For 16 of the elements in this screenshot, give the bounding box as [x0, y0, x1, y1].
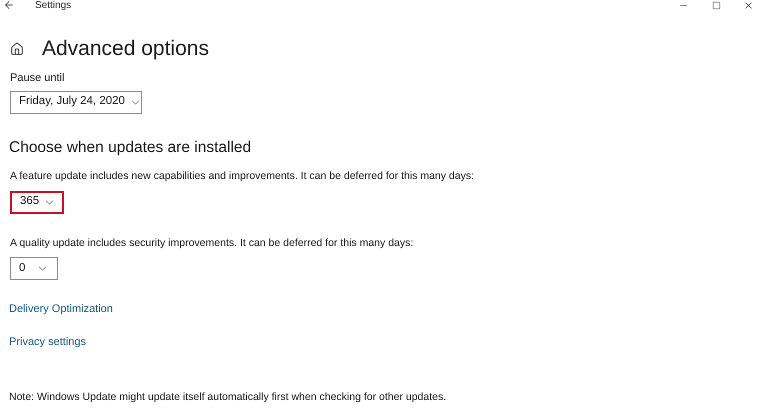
page-title: Advanced options: [42, 36, 209, 62]
close-icon[interactable]: [743, 0, 754, 10]
pause-label: Pause until: [10, 71, 64, 86]
back-arrow-icon[interactable]: [3, 0, 15, 11]
dropdown[interactable]: 0: [10, 257, 58, 280]
window-title: Settings: [35, 0, 72, 12]
deferral-label: A quality update includes security improvements. It can be deferred for this many days:: [10, 236, 414, 250]
home-icon[interactable]: [10, 42, 24, 56]
dropdown[interactable]: 365: [10, 190, 64, 214]
deferral-label: A feature update includes new capabilities and improvements. It can be deferred for this many days:: [10, 168, 474, 184]
note-text: Note: Windows Update might update itself automatically first when checking for other updates.: [9, 390, 446, 406]
settings-link[interactable]: Delivery Optimization: [9, 301, 113, 318]
settings-link[interactable]: Privacy settings: [9, 334, 86, 350]
maximize-icon[interactable]: [712, 0, 721, 10]
section-title: Choose when updates are installed: [9, 138, 252, 158]
dropdown[interactable]: Friday, July 24, 2020: [10, 90, 142, 114]
